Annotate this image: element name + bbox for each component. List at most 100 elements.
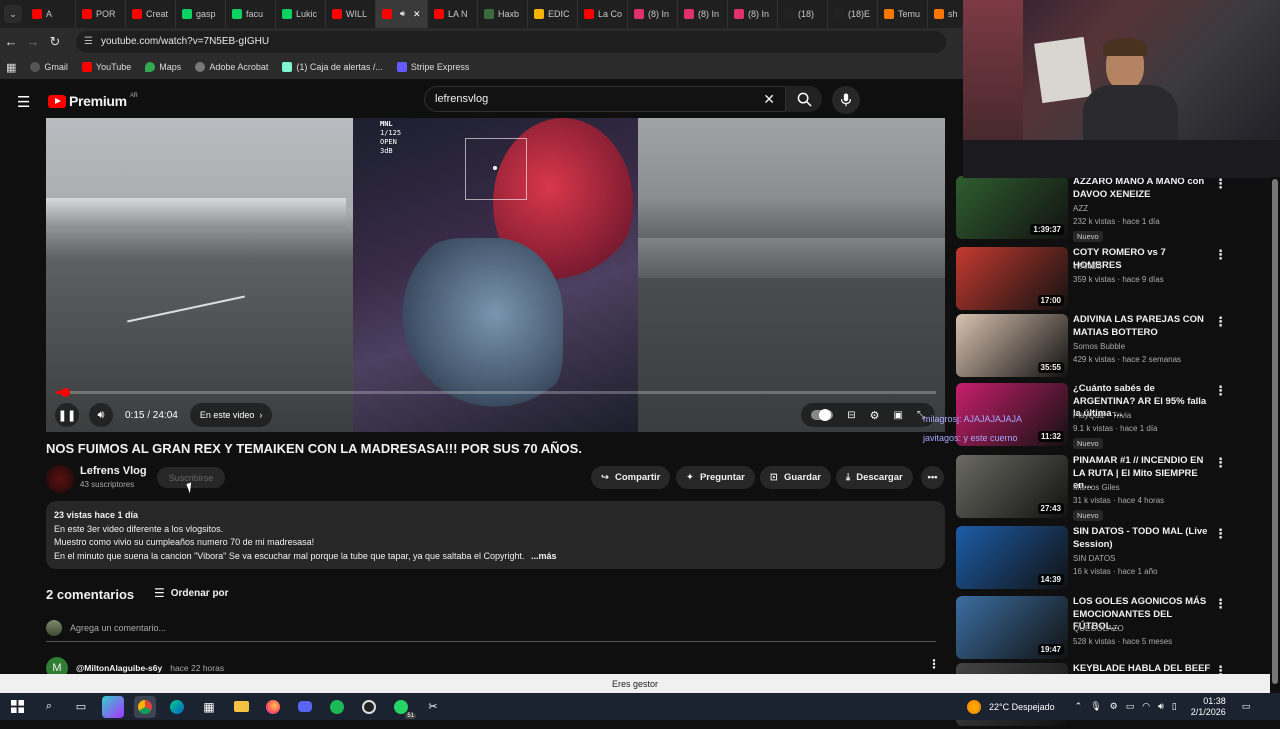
channel-avatar[interactable] bbox=[46, 465, 74, 493]
more-options-icon[interactable]: ⋮ bbox=[1214, 314, 1227, 330]
sort-comments-button[interactable]: ☰ Ordenar por bbox=[154, 586, 229, 600]
voice-search-button[interactable] bbox=[832, 86, 860, 114]
battery-icon[interactable]: ▯ bbox=[1172, 701, 1177, 712]
more-options-icon[interactable]: ⋮ bbox=[1214, 526, 1227, 542]
search-button[interactable] bbox=[786, 86, 822, 112]
ask-button[interactable]: ✦ Preguntar bbox=[676, 466, 755, 489]
pause-button[interactable]: ❚❚ bbox=[55, 403, 79, 427]
bookmark-acrobat[interactable]: Adobe Acrobat bbox=[195, 62, 268, 72]
channel-name[interactable]: SIN DATOS bbox=[1073, 554, 1115, 563]
volume-button[interactable]: 🔊︎ bbox=[89, 403, 113, 427]
tab-close-icon[interactable]: ✕ bbox=[413, 9, 421, 20]
settings-gear-icon[interactable]: ⚙︎ bbox=[870, 409, 880, 422]
recommended-video[interactable]: 35:55 ADIVINA LAS PAREJAS CON MATIAS BOTT… bbox=[956, 314, 1266, 380]
browser-tab[interactable]: Haxb bbox=[478, 0, 528, 28]
wifi-icon[interactable]: ◠ bbox=[1142, 701, 1150, 712]
microphone-icon[interactable]: 🎙︎ bbox=[1090, 701, 1101, 712]
file-explorer-icon[interactable] bbox=[230, 696, 252, 718]
chrome-icon[interactable] bbox=[134, 695, 156, 718]
video-thumbnail[interactable]: 27:43 bbox=[956, 455, 1068, 518]
edge-icon[interactable] bbox=[166, 696, 188, 718]
show-more-link[interactable]: ...más bbox=[531, 551, 557, 561]
bookmark-alerts[interactable]: (1) Caja de alertas /... bbox=[282, 62, 383, 72]
miniplayer-icon[interactable]: ▣ bbox=[894, 410, 903, 421]
download-button[interactable]: ⤓ Descargar bbox=[836, 466, 913, 489]
add-comment-field[interactable]: Agrega un comentario... bbox=[46, 620, 936, 642]
forward-icon[interactable]: → bbox=[22, 34, 44, 49]
video-title[interactable]: SIN DATOS - TODO MAL (Live Session) bbox=[1073, 526, 1213, 551]
browser-tab[interactable]: 🔊︎ ✕ bbox=[376, 0, 428, 28]
capcut-icon[interactable]: ✂ bbox=[422, 696, 444, 718]
progress-scrubber[interactable] bbox=[61, 388, 70, 397]
store-icon[interactable]: ▦ bbox=[198, 696, 220, 718]
comment-menu-icon[interactable]: ⋮ bbox=[928, 657, 940, 671]
video-title[interactable]: ADIVINA LAS PAREJAS CON MATIAS BOTTERO bbox=[1073, 314, 1213, 339]
discord-icon[interactable] bbox=[294, 696, 316, 718]
site-info-icon[interactable]: ☰ bbox=[84, 36, 93, 47]
weather-icon[interactable] bbox=[967, 699, 981, 714]
autoplay-toggle[interactable] bbox=[811, 409, 834, 421]
save-button[interactable]: ⊡ Guardar bbox=[760, 466, 831, 489]
channel-name[interactable]: AZZ bbox=[1073, 204, 1088, 213]
search-icon[interactable]: ⌕ bbox=[38, 696, 60, 718]
commenter-name[interactable]: @MiltonAlaguibe-s6y bbox=[76, 663, 162, 673]
browser-tab[interactable]: A bbox=[26, 0, 76, 28]
bookmark-youtube[interactable]: YouTube bbox=[81, 62, 131, 72]
windows-start-icon[interactable] bbox=[6, 696, 28, 718]
browser-tab[interactable]: POR bbox=[76, 0, 126, 28]
more-options-icon[interactable]: ⋮ bbox=[1214, 596, 1227, 612]
more-options-icon[interactable]: ⋮ bbox=[1214, 455, 1227, 471]
apps-grid-icon[interactable]: ▦ bbox=[6, 61, 16, 74]
browser-tab[interactable]: Creat bbox=[126, 0, 176, 28]
gear-icon[interactable]: ⚙︎ bbox=[1110, 701, 1118, 712]
back-icon[interactable]: ← bbox=[0, 34, 22, 49]
recommended-video[interactable]: 27:43 PINAMAR #1 // INCENDIO EN LA RUTA |… bbox=[956, 455, 1266, 521]
recommended-video[interactable]: 14:39 SIN DATOS - TODO MAL (Live Session)… bbox=[956, 526, 1266, 592]
page-scrollbar[interactable] bbox=[1270, 177, 1280, 693]
speaker-icon[interactable]: 🔊︎ bbox=[1158, 701, 1164, 712]
reload-icon[interactable]: ↻ bbox=[44, 34, 66, 50]
drive-icon[interactable]: ▭ bbox=[1126, 701, 1135, 712]
browser-tab[interactable]: (8) In bbox=[678, 0, 728, 28]
browser-tab[interactable]: LA N bbox=[428, 0, 478, 28]
share-button[interactable]: ↪ Compartir bbox=[591, 466, 671, 489]
browser-tab[interactable]: Lukic bbox=[276, 0, 326, 28]
video-player[interactable]: MNL 1/125 OPEN 3dB ❚❚ 🔊︎ 0:15 / 24:04 En… bbox=[46, 118, 945, 432]
tab-audio-icon[interactable]: 🔊︎ bbox=[400, 9, 405, 19]
url-field[interactable]: ☰ youtube.com/watch?v=7N5EB-gIGHU bbox=[76, 30, 946, 53]
browser-tab[interactable]: (18) bbox=[778, 0, 828, 28]
browser-tab[interactable]: facu bbox=[226, 0, 276, 28]
description-box[interactable]: 23 vistas hace 1 día En este 3er video d… bbox=[46, 501, 945, 569]
channel-name[interactable]: Somos Bubble bbox=[1073, 342, 1125, 351]
channel-name[interactable]: Marcos Giles bbox=[1073, 483, 1120, 492]
subtitles-icon[interactable]: ⊟ bbox=[847, 410, 855, 421]
youtube-premium-logo[interactable]: Premium AR bbox=[48, 93, 138, 109]
more-options-icon[interactable]: ⋮ bbox=[1214, 383, 1227, 399]
recommended-video[interactable]: 17:00 COTY ROMERO vs 7 HOMBRES WANDII 359 k… bbox=[956, 247, 1266, 313]
video-thumbnail[interactable]: 14:39 bbox=[956, 526, 1068, 589]
browser-tab[interactable]: gasp bbox=[176, 0, 226, 28]
browser-tab[interactable]: EDIC bbox=[528, 0, 578, 28]
channel-name[interactable]: Lefrens Vlog bbox=[80, 465, 147, 477]
browser-tab[interactable]: WILL bbox=[326, 0, 376, 28]
recommended-video[interactable]: 1:39:37 AZZARO MANO A MANO con DAVOO XENE… bbox=[956, 176, 1266, 242]
video-title[interactable]: AZZARO MANO A MANO con DAVOO XENEIZE bbox=[1073, 176, 1213, 201]
browser-tab[interactable]: (8) In bbox=[628, 0, 678, 28]
weather-text[interactable]: 22°C Despejado bbox=[989, 702, 1055, 712]
video-thumbnail[interactable]: 19:47 bbox=[956, 596, 1068, 659]
channel-name[interactable]: PlayQuiz - Trivia bbox=[1073, 411, 1131, 420]
video-thumbnail[interactable]: 17:00 bbox=[956, 247, 1068, 310]
recommended-video[interactable]: 19:47 LOS GOLES AGONICOS MÁS EMOCIONANTES… bbox=[956, 596, 1266, 662]
more-options-icon[interactable]: ⋮ bbox=[1214, 176, 1227, 192]
browser-tab[interactable]: Temu bbox=[878, 0, 928, 28]
tab-search-button[interactable]: ⌄ bbox=[4, 5, 22, 23]
spotify-icon[interactable] bbox=[326, 696, 348, 718]
channel-name[interactable]: WANDII bbox=[1073, 262, 1102, 271]
browser-tab[interactable]: La Co bbox=[578, 0, 628, 28]
video-progress-bar[interactable] bbox=[56, 388, 936, 397]
hamburger-menu-icon[interactable]: ☰ bbox=[17, 93, 30, 111]
chevron-up-icon[interactable]: ⌃ bbox=[1075, 701, 1083, 712]
browser-tab[interactable]: (8) In bbox=[728, 0, 778, 28]
video-thumbnail[interactable]: 35:55 bbox=[956, 314, 1068, 377]
more-options-icon[interactable]: ⋮ bbox=[1214, 247, 1227, 263]
